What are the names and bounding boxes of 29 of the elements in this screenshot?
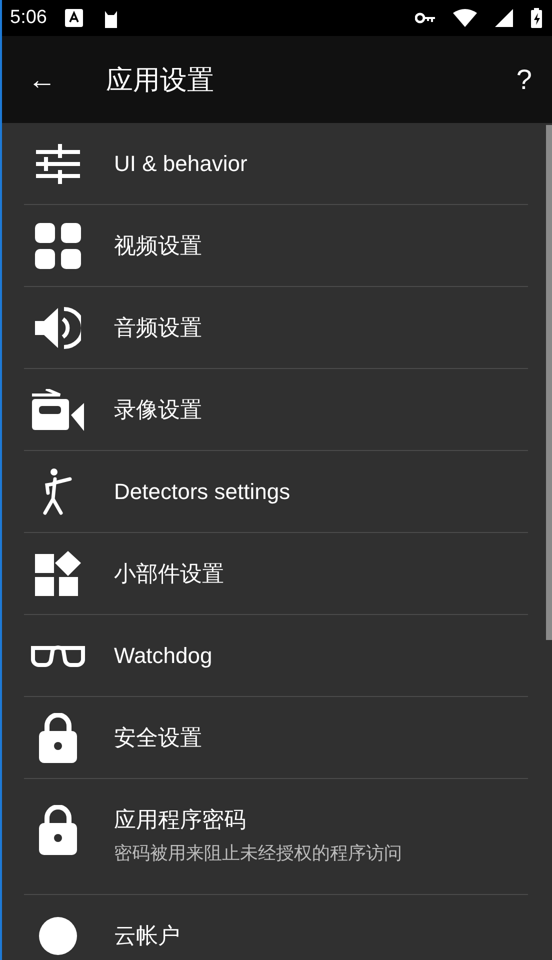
help-button[interactable]: ?: [516, 64, 532, 96]
settings-item[interactable]: 小部件设置: [114, 558, 224, 588]
status-time: 5:06: [10, 7, 47, 29]
settings-item[interactable]: 音频设置: [114, 312, 202, 342]
speaker-icon: [35, 304, 81, 350]
settings-item[interactable]: 应用程序密码: [114, 805, 402, 835]
lock-icon: [39, 712, 77, 762]
walking-person-icon: [43, 468, 73, 516]
page-title: 应用设置: [106, 64, 215, 96]
keyboard-notification-icon: [64, 9, 83, 27]
settings-item[interactable]: 录像设置: [114, 394, 202, 424]
sliders-icon: [36, 144, 80, 184]
settings-item[interactable]: 云帐户: [114, 920, 180, 950]
key-icon: [415, 12, 435, 24]
widgets-icon: [35, 550, 81, 596]
lock-icon: [39, 805, 77, 855]
settings-item[interactable]: Detectors settings: [114, 478, 290, 504]
settings-item[interactable]: Watchdog: [114, 642, 212, 668]
settings-item[interactable]: 视频设置: [114, 230, 202, 260]
battery-icon: [531, 8, 542, 28]
item-description: 密码被用来阻止未经授权的程序访问: [114, 842, 402, 865]
wifi-icon: [453, 9, 477, 27]
glasses-icon: [30, 644, 86, 668]
back-button[interactable]: ←: [28, 64, 56, 96]
signal-icon: [495, 9, 513, 27]
settings-item[interactable]: UI & behavior: [114, 150, 248, 176]
settings-item[interactable]: 安全设置: [114, 722, 202, 752]
video-camera-icon: [32, 388, 84, 430]
grid-icon: [35, 222, 81, 268]
